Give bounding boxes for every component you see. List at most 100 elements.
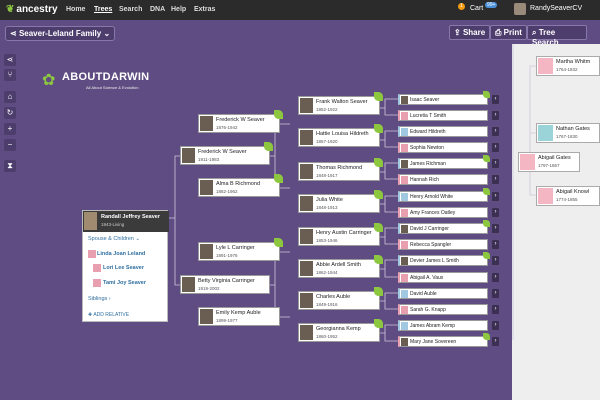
expand-arrow[interactable]: ›: [492, 192, 499, 201]
person-card-gen4[interactable]: Sophia Newton: [398, 142, 488, 153]
hint-leaf-icon[interactable]: [483, 155, 490, 162]
expand-arrow[interactable]: ›: [492, 240, 499, 249]
person-dates: 1891-1976: [216, 253, 238, 258]
person-card-ext[interactable]: Martha Whitm 1764-1832: [536, 56, 600, 76]
person-photo: [401, 96, 408, 104]
person-card-gen4[interactable]: Mary Jane Sovereen: [398, 333, 490, 347]
person-card-gen4[interactable]: Henry Arnold White: [398, 188, 490, 202]
person-dates: 1882-1962: [216, 189, 238, 194]
expand-left-arrow[interactable]: ‹: [492, 95, 499, 104]
person-card-paternal-grandfather[interactable]: Frederick W Seaver 1876-1942: [198, 110, 283, 133]
person-name: Abbie Ardell Smith: [316, 262, 361, 268]
person-name: David Auble: [410, 291, 437, 297]
child-link-lori[interactable]: Lori Lee Seaver: [103, 265, 144, 271]
hint-leaf-icon[interactable]: [374, 124, 383, 133]
person-card-gen4[interactable]: Devier James L Smith: [398, 252, 490, 266]
person-card-gen3[interactable]: Abbie Ardell Smith 1862-1944: [298, 255, 383, 278]
person-card-gen4[interactable]: James Abram Kemp: [398, 320, 488, 331]
person-card-father[interactable]: Frederick W Seaver 1911-1983: [180, 142, 273, 165]
person-card-gen3[interactable]: Thomas Richmond 1848-1917: [298, 158, 383, 181]
person-name: Charles Auble: [316, 294, 351, 300]
expand-arrow[interactable]: ›: [492, 127, 499, 136]
focus-person-header[interactable]: Randall Jeffrey Seaver 1943-Living: [83, 211, 169, 232]
person-dates: 1764-1832: [556, 67, 578, 72]
person-card-gen3[interactable]: Henry Austin Carringer 1853-1946: [298, 223, 383, 246]
person-card-mother[interactable]: Betty Virginia Carringer 1919-2002: [180, 275, 270, 294]
spouse-link[interactable]: Linda Joan Leland: [97, 251, 145, 257]
expand-arrow[interactable]: ›: [492, 175, 499, 184]
expand-arrow[interactable]: ›: [492, 305, 499, 314]
focus-person-name[interactable]: Randall Jeffrey Seaver: [101, 214, 160, 220]
person-card-gen4[interactable]: Rebecca Spangler: [398, 239, 488, 250]
hint-leaf-icon[interactable]: [374, 255, 383, 264]
expand-arrow[interactable]: ›: [492, 208, 499, 217]
hint-leaf-icon[interactable]: [483, 91, 490, 98]
hint-leaf-icon[interactable]: [374, 223, 383, 232]
person-card-paternal-grandmother[interactable]: Alma B Richmond 1882-1962: [198, 174, 283, 197]
expand-arrow[interactable]: ›: [492, 273, 499, 282]
person-card-maternal-grandmother[interactable]: Emily Kemp Auble 1899-1977: [198, 307, 280, 326]
person-card-gen3[interactable]: Hattie Louisa Hildreth 1857-1920: [298, 124, 383, 147]
person-card-gen4[interactable]: Sarah G. Knapp: [398, 304, 488, 315]
person-card-gen3[interactable]: Charles Auble 1849-1916: [298, 287, 383, 310]
person-dates: 1774-1855: [556, 197, 578, 202]
hint-leaf-icon[interactable]: [264, 142, 273, 151]
person-card-maternal-grandfather[interactable]: Lyle L Carringer 1891-1976: [198, 238, 283, 261]
person-card-gen3[interactable]: Georgianna Kemp 1860-1952: [298, 319, 383, 342]
hint-leaf-icon[interactable]: [374, 190, 383, 199]
hint-leaf-icon[interactable]: [483, 188, 490, 195]
person-card-ext-focus[interactable]: Abigail Gates 1797-1867: [518, 152, 580, 172]
person-card-gen4[interactable]: Amy Frances Oatley: [398, 207, 488, 218]
expand-arrow[interactable]: ›: [492, 337, 499, 346]
hint-leaf-icon[interactable]: [374, 158, 383, 167]
focus-person-card[interactable]: Randall Jeffrey Seaver 1943-Living Spous…: [82, 210, 169, 322]
hint-leaf-icon[interactable]: [274, 174, 283, 183]
hint-leaf-icon[interactable]: [483, 220, 490, 227]
siblings-toggle[interactable]: Siblings ›: [88, 296, 111, 302]
person-photo: [300, 130, 313, 145]
hint-leaf-icon[interactable]: [274, 110, 283, 119]
expand-arrow[interactable]: ›: [492, 111, 499, 120]
person-photo: [401, 225, 408, 233]
person-card-gen4[interactable]: Hannah Rich: [398, 174, 488, 185]
person-card-gen3[interactable]: Frank Walton Seaver 1852-1922: [298, 92, 383, 115]
person-name: Abigail Knowl: [556, 189, 590, 195]
hint-leaf-icon[interactable]: [374, 319, 383, 328]
person-card-gen4[interactable]: Edward Hildreth: [398, 126, 488, 137]
person-dates: 1853-1946: [316, 238, 338, 243]
expand-arrow[interactable]: ›: [492, 256, 499, 265]
expand-arrow[interactable]: ›: [492, 159, 499, 168]
spouse-children-toggle[interactable]: Spouse & Children ⌄: [88, 236, 140, 242]
person-photo: [538, 58, 553, 74]
person-card-gen4[interactable]: David Auble: [398, 288, 488, 299]
hint-leaf-icon[interactable]: [483, 333, 490, 340]
person-photo: [401, 322, 408, 330]
person-name: Isaac Seaver: [410, 97, 440, 103]
expand-arrow[interactable]: ›: [492, 289, 499, 298]
person-card-ext[interactable]: Abigail Knowl 1774-1855: [536, 186, 600, 206]
person-name: Betty Virginia Carringer: [198, 278, 255, 284]
person-name: Henry Austin Carringer: [316, 230, 372, 236]
person-card-gen4[interactable]: Isaac Seaver: [398, 91, 490, 105]
expand-arrow[interactable]: ›: [492, 143, 499, 152]
person-photo: [401, 338, 408, 346]
child-link-tami[interactable]: Tami Joy Seaver: [103, 280, 146, 286]
person-card-ext[interactable]: Nathan Gates 1767-1830: [536, 123, 600, 143]
person-card-gen3[interactable]: Julia White 1848-1913: [298, 190, 383, 213]
expand-arrow[interactable]: ›: [492, 321, 499, 330]
person-card-gen4[interactable]: Abigail A. Vaux: [398, 272, 488, 283]
person-photo: [300, 229, 313, 244]
hint-leaf-icon[interactable]: [274, 238, 283, 247]
person-photo: [200, 180, 213, 195]
person-card-gen4[interactable]: Lucretia T Smith: [398, 110, 488, 121]
person-photo: [300, 164, 313, 179]
child-gender-swatch: [93, 279, 101, 287]
person-card-gen4[interactable]: James Richman: [398, 155, 490, 169]
spouse-gender-swatch: [88, 250, 96, 258]
hint-leaf-icon[interactable]: [374, 287, 383, 296]
add-relative-button[interactable]: ✚ ADD RELATIVE: [88, 312, 129, 318]
hint-leaf-icon[interactable]: [374, 92, 383, 101]
hint-leaf-icon[interactable]: [483, 252, 490, 259]
person-card-gen4[interactable]: David J Carringer: [398, 220, 490, 234]
expand-arrow[interactable]: ›: [492, 224, 499, 233]
